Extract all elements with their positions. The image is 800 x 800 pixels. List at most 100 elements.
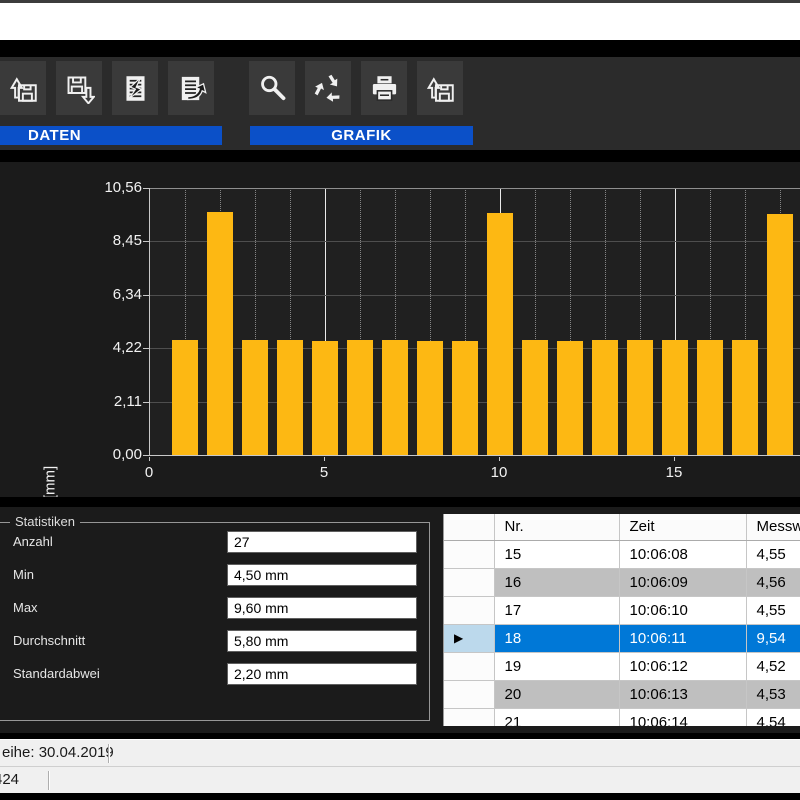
table-row[interactable]: 1610:06:094,56: [444, 568, 800, 596]
chart-bar: [242, 340, 268, 455]
chart-bar: [417, 341, 443, 455]
table-row-selected[interactable]: ▶1810:06:119,54: [444, 624, 800, 652]
chart-bar: [312, 341, 338, 455]
x-axis-tick-label: 10: [477, 464, 521, 482]
y-axis-tick-label: 8,45: [58, 232, 142, 250]
chart-bar: [662, 340, 688, 455]
table-cell[interactable]: 9,54: [746, 624, 800, 652]
chart-bar: [277, 340, 303, 455]
row-header-corner: [444, 514, 494, 540]
chart-bar: [207, 212, 233, 455]
stat-label-min: Min: [13, 564, 34, 586]
table-cell[interactable]: 10:06:12: [619, 652, 746, 680]
measurements-table[interactable]: Nr.ZeitMesswert1510:06:084,551610:06:094…: [443, 514, 800, 726]
table-row[interactable]: 1510:06:084,55: [444, 540, 800, 568]
stat-input-standardabwei[interactable]: [227, 663, 417, 685]
y-axis-tick-mark: [143, 348, 149, 349]
stat-label-anzahl: Anzahl: [13, 531, 53, 553]
toolbar-group-daten: [0, 61, 214, 115]
table-cell[interactable]: 19: [494, 652, 619, 680]
status-separator: [108, 744, 109, 763]
statistics-title: Statistiken: [10, 514, 80, 529]
chart-bar: [382, 340, 408, 455]
floppy-arrow-down-icon: [64, 73, 95, 104]
save-data-button[interactable]: [56, 61, 102, 115]
table-row[interactable]: 1710:06:104,55: [444, 596, 800, 624]
stat-input-durchschnitt[interactable]: [227, 630, 417, 652]
table-cell[interactable]: 18: [494, 624, 619, 652]
reset-button[interactable]: [305, 61, 351, 115]
table-cell[interactable]: 10:06:08: [619, 540, 746, 568]
table-cell[interactable]: 4,54: [746, 708, 800, 726]
status-bar-series: eihe: 30.04.2019: [0, 739, 800, 766]
table-cell[interactable]: 4,55: [746, 540, 800, 568]
y-axis-tick-label: 2,11: [58, 393, 142, 411]
x-axis-tick-label: 0: [127, 464, 171, 482]
zoom-button[interactable]: [249, 61, 295, 115]
chart-bar: [522, 340, 548, 455]
delete-data-button[interactable]: [112, 61, 158, 115]
stat-input-anzahl[interactable]: [227, 531, 417, 553]
row-header-cell[interactable]: [444, 540, 494, 568]
stat-label-max: Max: [13, 597, 38, 619]
document-delete-icon: [120, 73, 151, 104]
table-cell[interactable]: 4,56: [746, 568, 800, 596]
toolbar: DATEN GRAFIK: [0, 57, 800, 150]
table-row[interactable]: 2010:06:134,53: [444, 680, 800, 708]
print-button[interactable]: [361, 61, 407, 115]
menu-bar: [0, 3, 800, 40]
column-header-messwert[interactable]: Messwert: [746, 514, 800, 540]
table-cell[interactable]: 10:06:10: [619, 596, 746, 624]
floppy-arrow-up-icon: [425, 73, 456, 104]
row-header-cell[interactable]: [444, 652, 494, 680]
column-header-zeit[interactable]: Zeit: [619, 514, 746, 540]
y-axis-tick-mark: [143, 188, 149, 189]
table-cell[interactable]: 4,53: [746, 680, 800, 708]
table-cell[interactable]: 10:06:14: [619, 708, 746, 726]
table-cell[interactable]: 4,55: [746, 596, 800, 624]
table-cell[interactable]: 10:06:13: [619, 680, 746, 708]
table-cell[interactable]: 4,52: [746, 652, 800, 680]
row-header-selected-arrow[interactable]: ▶: [444, 624, 494, 652]
table-cell[interactable]: 16: [494, 568, 619, 596]
y-axis-tick-label: 0,00: [58, 446, 142, 464]
chart-bar: [627, 340, 653, 455]
chart-bar: [592, 340, 618, 455]
chart-bar: [557, 341, 583, 455]
stat-input-min[interactable]: [227, 564, 417, 586]
table-cell[interactable]: 15: [494, 540, 619, 568]
separator: [0, 497, 800, 507]
horizontal-gridline: [150, 295, 800, 296]
load-data-button[interactable]: [0, 61, 46, 115]
chart-panel: [mm] 0,002,114,226,348,4510,56051015: [0, 162, 800, 497]
row-header-cell[interactable]: [444, 680, 494, 708]
table-cell[interactable]: 20: [494, 680, 619, 708]
chart-bar: [697, 340, 723, 455]
stat-input-max[interactable]: [227, 597, 417, 619]
table-cell[interactable]: 21: [494, 708, 619, 726]
row-header-cell[interactable]: [444, 568, 494, 596]
chart-bar: [347, 340, 373, 455]
y-axis-tick-mark: [143, 455, 149, 456]
table-row[interactable]: 1910:06:124,52: [444, 652, 800, 680]
row-header-cell[interactable]: [444, 596, 494, 624]
save-graphic-button[interactable]: [417, 61, 463, 115]
y-axis-tick-label: 4,22: [58, 339, 142, 357]
bottom-panel: Statistiken AnzahlMinMaxDurchschnittStan…: [0, 507, 800, 733]
table-cell[interactable]: 10:06:11: [619, 624, 746, 652]
horizontal-gridline: [150, 241, 800, 242]
table-row[interactable]: 2110:06:144,54: [444, 708, 800, 726]
table-cell[interactable]: 10:06:09: [619, 568, 746, 596]
x-axis-tick-mark: [499, 457, 500, 461]
table-cell[interactable]: 17: [494, 596, 619, 624]
export-data-button[interactable]: [168, 61, 214, 115]
magnifier-icon: [257, 73, 288, 104]
floppy-arrow-up-icon: [8, 73, 39, 104]
plot-area[interactable]: [149, 188, 800, 456]
column-header-nr[interactable]: Nr.: [494, 514, 619, 540]
x-axis-tick-mark: [674, 457, 675, 461]
status-device-text: 424: [0, 767, 19, 793]
chart-bar: [732, 340, 758, 455]
row-header-cell[interactable]: [444, 708, 494, 726]
stat-label-standardabwei: Standardabwei: [13, 663, 100, 685]
